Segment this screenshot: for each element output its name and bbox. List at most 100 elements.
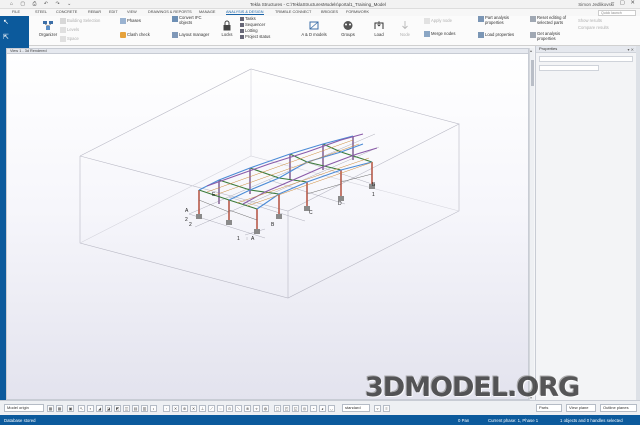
model-view-3d[interactable]: A 2 1 A 1 B B C D E 2 — [6, 54, 529, 400]
snap-face-icon[interactable]: ◱ — [292, 405, 299, 412]
snap-perp-icon[interactable]: ⊥ — [199, 405, 206, 412]
parts-select[interactable]: Parts — [536, 404, 562, 412]
tab-rebar[interactable]: REBAR — [88, 10, 101, 14]
select-cut-icon[interactable]: ◩ — [114, 405, 121, 412]
load-button[interactable]: Load — [368, 20, 390, 37]
compare-results-button[interactable]: Compare results — [578, 25, 609, 30]
status-coordinates: 0 Pan — [458, 417, 470, 423]
filter-icon[interactable]: ▿ — [374, 405, 381, 412]
side-panel-tabs[interactable] — [636, 46, 640, 400]
tab-drawings[interactable]: DRAWINGS & REPORTS — [148, 10, 192, 14]
select-part-icon[interactable]: ↖ — [78, 405, 85, 412]
snap-toggle-icon[interactable]: ▦ — [47, 405, 54, 412]
grid-label-2-lower: 2 — [189, 222, 192, 228]
quick-access-toolbar[interactable]: ⌂ ▢ ⎙ ↶ ↷ ⌄ — [10, 1, 74, 7]
ad-models-button[interactable]: A & D models — [300, 20, 328, 37]
properties-search-field[interactable] — [539, 56, 633, 62]
locks-button[interactable]: Locks — [218, 20, 236, 37]
tab-steel[interactable]: STEEL — [35, 10, 47, 14]
status-phase[interactable]: Current phase: 1, Phase 1 — [488, 418, 538, 423]
model-origin-select[interactable]: Model origin — [4, 404, 44, 412]
project-status-label: Project status — [245, 34, 271, 39]
tab-view[interactable]: VIEW — [127, 10, 137, 14]
select-cursor-icon[interactable]: ↖ — [3, 18, 9, 26]
project-status-button[interactable]: Project status — [240, 34, 270, 39]
tasks-button[interactable]: Tasks — [240, 16, 256, 21]
organizer-button[interactable]: Organizer — [34, 20, 62, 37]
tab-concrete[interactable]: CONCRETE — [56, 10, 77, 14]
levels-button[interactable]: Levels — [60, 27, 79, 33]
merge-nodes-button[interactable]: Merge nodes — [424, 31, 455, 37]
snap-plane-icon[interactable]: ▢ — [274, 405, 281, 412]
convert-ifc-button[interactable]: Convert IFC objects — [172, 15, 212, 25]
select-all-icon[interactable]: ▣ — [67, 405, 74, 412]
layer-icon[interactable]: ≡ — [383, 405, 390, 412]
snap-tangent-icon[interactable]: ◔ — [310, 405, 317, 412]
tab-analysis-design[interactable]: ANALYSIS & DESIGN — [226, 10, 264, 15]
sequencer-label: Sequencer — [245, 22, 266, 27]
view-plane-select[interactable]: View plane — [566, 404, 596, 412]
tab-file[interactable]: FILE — [12, 10, 20, 14]
clash-check-button[interactable]: Clash check — [120, 32, 150, 38]
panel-controls[interactable]: ▾ ✕ — [628, 47, 634, 53]
select-object-icon[interactable]: ⇱ — [3, 33, 9, 41]
properties-type-field[interactable] — [539, 65, 599, 71]
sequencer-button[interactable]: Sequencer — [240, 22, 265, 27]
select-bolt-icon[interactable]: ▪ — [87, 405, 94, 412]
select-weld-icon[interactable]: ◢ — [96, 405, 103, 412]
snap-line-icon[interactable]: ⟍ — [235, 405, 242, 412]
snap-edge-icon[interactable]: ◰ — [283, 405, 290, 412]
lotting-button[interactable]: Lotting — [240, 28, 258, 33]
snap-geom-icon[interactable]: ⋄ — [253, 405, 260, 412]
part-analysis-properties-button[interactable]: Part analysis properties — [478, 15, 524, 25]
window-controls[interactable]: – ▢ ✕ — [611, 0, 637, 6]
tab-bridges[interactable]: BRIDGES — [321, 10, 338, 14]
show-results-label: Show results — [578, 18, 602, 23]
snap-center-icon[interactable]: ⊕ — [181, 405, 188, 412]
select-rebar-icon[interactable]: ◪ — [105, 405, 112, 412]
ad-models-label: A & D models — [301, 32, 327, 37]
tab-formwork[interactable]: FORMWORK — [346, 10, 369, 14]
phases-button[interactable]: Phases — [120, 18, 141, 24]
select-grid-icon[interactable]: ▤ — [132, 405, 139, 412]
quick-launch-input[interactable]: Quick launch — [598, 9, 636, 16]
snap-end-icon[interactable]: ◦ — [163, 405, 170, 412]
reset-editing-label: Reset editing of selected parts — [537, 15, 567, 25]
building-selection-button[interactable]: Building Selection — [60, 18, 100, 24]
select-point-icon[interactable]: • — [150, 405, 157, 412]
snap-free-icon[interactable]: ⊙ — [226, 405, 233, 412]
watermark-logo: 3DMODEL.ORG — [365, 372, 580, 403]
snap-any-icon[interactable]: ◍ — [262, 405, 269, 412]
get-analysis-properties-button[interactable]: Get analysis properties — [530, 31, 574, 41]
scroll-up-icon[interactable]: ▴ — [530, 48, 532, 53]
space-button[interactable]: Space — [60, 36, 79, 42]
viewport-scrollbar[interactable]: ▴ ▾ — [529, 48, 534, 400]
select-load-icon[interactable]: ◫ — [123, 405, 130, 412]
user-name[interactable]: Simon Jedlikovski — [578, 2, 614, 7]
layout-manager-label: Layout manager — [179, 32, 210, 38]
snap-ref-icon[interactable]: ⊗ — [244, 405, 251, 412]
snap-intersect-icon[interactable]: ✕ — [190, 405, 197, 412]
show-results-button[interactable]: Show results — [578, 18, 602, 23]
apply-node-button[interactable]: Apply node — [424, 18, 452, 24]
outline-planes-select[interactable]: Outline planes — [600, 404, 637, 412]
building-icon — [60, 18, 66, 24]
node-button[interactable]: Node — [394, 20, 416, 37]
groups-button[interactable]: Groups — [337, 20, 359, 37]
select-plane-icon[interactable]: ▥ — [141, 405, 148, 412]
load-properties-button[interactable]: Load properties — [478, 32, 514, 38]
reset-editing-button[interactable]: Reset editing of selected parts — [530, 15, 574, 25]
layout-manager-button[interactable]: Layout manager — [172, 32, 209, 38]
scroll-thumb[interactable] — [531, 60, 534, 86]
standard-select[interactable]: standard — [342, 404, 370, 412]
tab-manage[interactable]: MANAGE — [199, 10, 215, 14]
snap-near-icon[interactable]: ◌ — [217, 405, 224, 412]
snap-curve-icon[interactable]: ◡ — [328, 405, 335, 412]
snap-quad-icon[interactable]: ◕ — [319, 405, 326, 412]
grid-toggle-icon[interactable]: ▦ — [56, 405, 63, 412]
tab-edit[interactable]: EDIT — [109, 10, 118, 14]
snap-ext-icon[interactable]: ⟋ — [208, 405, 215, 412]
tab-trimble-connect[interactable]: TRIMBLE CONNECT — [275, 10, 311, 14]
snap-node-icon[interactable]: ◎ — [301, 405, 308, 412]
snap-mid-icon[interactable]: ✕ — [172, 405, 179, 412]
